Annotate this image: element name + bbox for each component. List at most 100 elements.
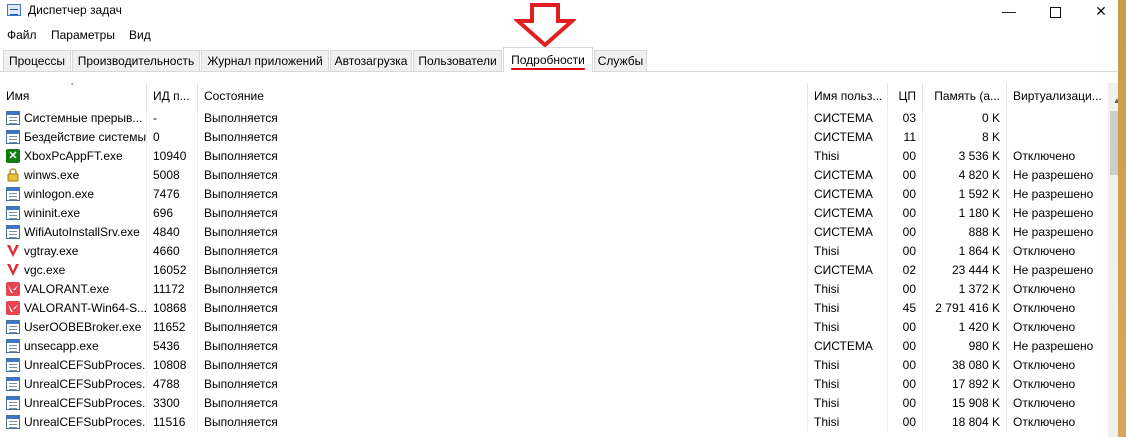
desktop-background-edge (1118, 0, 1126, 437)
process-state: Выполняется (198, 375, 808, 394)
column-header-cpu[interactable]: ЦП (888, 83, 923, 109)
process-name-text: UserOOBEBroker.exe (24, 320, 142, 334)
process-pid: 11516 (147, 413, 198, 432)
menu-view[interactable]: Вид (129, 26, 151, 44)
process-user: Thisi (808, 147, 888, 166)
process-name: unsecapp.exe (0, 337, 147, 356)
process-state: Выполняется (198, 318, 808, 337)
tab-services[interactable]: Службы (594, 50, 647, 71)
table-row[interactable]: winws.exe 5008 Выполняется СИСТЕМА 00 4 820 K… (0, 166, 1108, 185)
process-name: UnrealCEFSubProces... (0, 413, 147, 432)
window-title: Диспетчер задач (28, 3, 122, 17)
process-cpu: 00 (888, 318, 923, 337)
tab-details[interactable]: Подробности (503, 47, 593, 72)
process-pid: 4788 (147, 375, 198, 394)
process-memory: 8 K (923, 128, 1007, 147)
window-icon (6, 415, 20, 429)
table-row[interactable]: UnrealCEFSubProces... 11516 Выполняется Thi… (0, 413, 1108, 432)
process-memory: 1 372 K (923, 280, 1007, 299)
maximize-button[interactable] (1032, 0, 1078, 22)
process-memory: 4 820 K (923, 166, 1007, 185)
tab-startup[interactable]: Автозагрузка (330, 50, 412, 71)
table-row[interactable]: Системные прерыв... - Выполняется СИСТЕМА 03… (0, 109, 1108, 128)
xbox-icon: ✕ (6, 149, 20, 163)
window-icon (6, 187, 20, 201)
process-cpu: 11 (888, 128, 923, 147)
process-memory: 2 791 416 K (923, 299, 1007, 318)
process-state: Выполняется (198, 223, 808, 242)
table-row[interactable]: VALORANT-Win64-S... 10868 Выполняется Thisi… (0, 299, 1108, 318)
minimize-button[interactable]: — (986, 0, 1032, 22)
process-cpu: 03 (888, 109, 923, 128)
tab-app-history[interactable]: Журнал приложений (201, 50, 329, 71)
process-name-text: unsecapp.exe (24, 339, 99, 353)
valorant-icon (6, 282, 20, 296)
window-icon (6, 206, 20, 220)
column-header-user[interactable]: Имя польз... (808, 83, 888, 109)
process-user: СИСТЕМА (808, 223, 888, 242)
process-pid: 16052 (147, 261, 198, 280)
tab-performance[interactable]: Производительность (72, 50, 200, 71)
process-name: UnrealCEFSubProces... (0, 375, 147, 394)
table-row[interactable]: unsecapp.exe 5436 Выполняется СИСТЕМА 00 980 … (0, 337, 1108, 356)
window-icon (6, 320, 20, 334)
table-row[interactable]: VALORANT.exe 11172 Выполняется Thisi 00 1 372… (0, 280, 1108, 299)
process-virtualization: Отключено (1013, 415, 1076, 429)
task-manager-icon (7, 4, 21, 16)
process-name-text: VALORANT-Win64-S... (24, 301, 147, 315)
process-memory: 888 K (923, 223, 1007, 242)
table-row[interactable]: wininit.exe 696 Выполняется СИСТЕМА 00 1 180 … (0, 204, 1108, 223)
process-name: winws.exe (0, 166, 147, 185)
column-header-virtualization[interactable]: Виртуализаци... (1007, 83, 1108, 109)
table-row[interactable]: UserOOBEBroker.exe 11652 Выполняется Thisi 0… (0, 318, 1108, 337)
process-name-text: winws.exe (24, 168, 80, 182)
column-header-name[interactable]: ˅ Имя (0, 83, 147, 109)
process-state: Выполняется (198, 337, 808, 356)
column-header-pid[interactable]: ИД п... (147, 83, 198, 109)
process-memory: 0 K (923, 109, 1007, 128)
process-cpu: 00 (888, 394, 923, 413)
process-cpu: 00 (888, 185, 923, 204)
table-row[interactable]: UnrealCEFSubProces... 3300 Выполняется This… (0, 394, 1108, 413)
process-memory: 1 864 K (923, 242, 1007, 261)
table-row[interactable]: ✕ XboxPcAppFT.exe 10940 Выполняется Thisi 00 3… (0, 147, 1108, 166)
process-name: UnrealCEFSubProces... (0, 356, 147, 375)
process-state: Выполняется (198, 413, 808, 432)
process-name: ✕ XboxPcAppFT.exe (0, 147, 147, 166)
process-name: VALORANT.exe (0, 280, 147, 299)
process-name: WifiAutoInstallSrv.exe (0, 223, 147, 242)
process-virtualization: Не разрешено (1013, 187, 1094, 201)
menu-options[interactable]: Параметры (51, 26, 115, 44)
process-user: СИСТЕМА (808, 185, 888, 204)
process-memory: 17 892 K (923, 375, 1007, 394)
process-name: wininit.exe (0, 204, 147, 223)
process-virtualization: Не разрешено (1013, 263, 1094, 277)
menu-file[interactable]: Файл (7, 26, 37, 44)
process-cpu: 00 (888, 223, 923, 242)
table-row[interactable]: vgtray.exe 4660 Выполняется Thisi 00 1 864 K О… (0, 242, 1108, 261)
process-user: Thisi (808, 299, 888, 318)
window-icon (6, 225, 20, 239)
process-memory: 38 080 K (923, 356, 1007, 375)
process-user: Thisi (808, 242, 888, 261)
process-virtualization: Отключено (1013, 149, 1076, 163)
tab-label: Службы (597, 54, 644, 68)
column-header-state[interactable]: Состояние (198, 83, 808, 109)
table-row[interactable]: Бездействие системы 0 Выполняется СИСТЕМА 11… (0, 128, 1108, 147)
process-virtualization: Не разрешено (1013, 339, 1094, 353)
window-icon (6, 111, 20, 125)
lock-icon (6, 168, 20, 182)
table-row[interactable]: vgc.exe 16052 Выполняется СИСТЕМА 02 23 444 K… (0, 261, 1108, 280)
process-pid: 696 (147, 204, 198, 223)
process-state: Выполняется (198, 128, 808, 147)
maximize-icon (1049, 6, 1061, 18)
table-row[interactable]: UnrealCEFSubProces... 4788 Выполняется This… (0, 375, 1108, 394)
process-memory: 1 420 K (923, 318, 1007, 337)
column-header-memory[interactable]: Память (а... (923, 83, 1007, 109)
table-header: ˅ Имя ИД п... Состояние Имя польз... ЦП П… (0, 83, 1108, 109)
table-row[interactable]: WifiAutoInstallSrv.exe 4840 Выполняется СИС… (0, 223, 1108, 242)
table-row[interactable]: UnrealCEFSubProces... 10808 Выполняется Thi… (0, 356, 1108, 375)
tab-users[interactable]: Пользователи (413, 50, 502, 71)
tab-processes[interactable]: Процессы (3, 50, 71, 71)
table-row[interactable]: winlogon.exe 7476 Выполняется СИСТЕМА 00 1 59… (0, 185, 1108, 204)
